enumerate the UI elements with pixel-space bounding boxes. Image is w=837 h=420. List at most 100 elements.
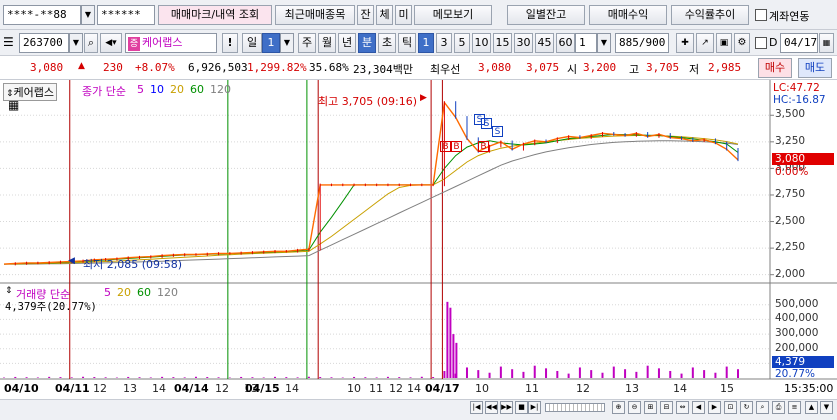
week-button[interactable]: 주	[298, 33, 316, 53]
chevron-down-icon[interactable]: ▼	[820, 401, 833, 414]
memo-button[interactable]: 메모보기	[414, 5, 492, 25]
settings-icon[interactable]: ≡	[788, 401, 801, 414]
recent-trades-button[interactable]: 최근매매종목	[275, 5, 355, 25]
volume-bar	[48, 376, 51, 378]
second-button[interactable]: 초	[378, 33, 396, 53]
period-day-button[interactable]: 일	[242, 33, 262, 53]
password-input[interactable]: ******	[97, 5, 155, 25]
trade-profit-button[interactable]: 매매수익	[589, 5, 667, 25]
print-icon[interactable]: ⎙	[772, 401, 785, 414]
volume-ma-period-20: 20	[117, 286, 131, 299]
pin-icon[interactable]: ⊡	[724, 401, 737, 414]
x-axis-label: 12	[576, 382, 590, 395]
interval-dropdown-icon[interactable]: ▼	[597, 33, 611, 53]
sell-marker[interactable]: S	[492, 126, 503, 137]
interval-button-45[interactable]: 45	[535, 33, 554, 53]
unfilled-button[interactable]: 미	[395, 5, 412, 25]
month-button[interactable]: 월	[318, 33, 336, 53]
interval-button-10[interactable]: 10	[472, 33, 491, 53]
x-axis-label: 14	[285, 382, 299, 395]
x-axis-label: 14	[407, 382, 421, 395]
stock-code-input[interactable]: 263700	[19, 33, 69, 53]
interval-button-1[interactable]: 1	[418, 33, 434, 53]
interval-select[interactable]: 1	[575, 33, 597, 53]
volume-spike	[449, 307, 452, 378]
volume-bar	[194, 376, 197, 378]
volume-bar	[285, 377, 288, 378]
volume-bar	[330, 377, 333, 378]
hc-label: HC:-16.87	[773, 94, 826, 106]
buy-marker[interactable]: B	[451, 141, 462, 152]
buy-marker[interactable]: B	[478, 141, 489, 152]
period-number-button[interactable]: 1	[262, 33, 280, 53]
sell-button[interactable]: 매도	[798, 58, 832, 78]
buy-button[interactable]: 매수	[758, 58, 792, 78]
right-arrow-icon[interactable]: ▶	[708, 401, 721, 414]
gear-icon[interactable]: ⚙	[734, 33, 750, 53]
zoom-out-icon[interactable]: ⊖	[628, 401, 641, 414]
grid-table-icon[interactable]: ▦	[8, 98, 19, 112]
interval-button-3[interactable]: 3	[436, 33, 452, 53]
ma-period-5: 5	[137, 83, 144, 96]
scroll-slider[interactable]	[545, 403, 605, 412]
volume-pct-tag: 20.77%	[775, 368, 816, 380]
calendar-icon[interactable]: ▦	[819, 33, 834, 53]
ma-period-120: 120	[210, 83, 231, 96]
save-icon[interactable]: ▣	[716, 33, 732, 53]
interval-button-5[interactable]: 5	[454, 33, 470, 53]
alert-button[interactable]: !	[222, 33, 238, 53]
x-axis-label: 12	[93, 382, 107, 395]
zoom-in-icon[interactable]: ⊕	[612, 401, 625, 414]
account-dropdown-icon[interactable]: ▼	[81, 5, 95, 25]
stop-icon[interactable]: ■	[515, 401, 528, 414]
balance-button[interactable]: 잔	[357, 5, 374, 25]
period-dropdown-icon[interactable]: ▼	[280, 33, 294, 53]
volume-bar	[70, 377, 73, 378]
volume-ratio: 1,299.82%	[247, 61, 307, 74]
date-checkbox[interactable]	[755, 37, 767, 49]
high-arrow-icon: ▶	[420, 93, 427, 103]
search-icon[interactable]: ⌕	[756, 401, 769, 414]
menu-icon[interactable]: ☰	[3, 35, 14, 49]
left-arrow-icon[interactable]: ◀	[692, 401, 705, 414]
volume-bar	[386, 376, 389, 378]
interval-button-60[interactable]: 60	[556, 33, 575, 53]
x-axis-label: 04/15	[245, 382, 280, 395]
fit-icon[interactable]: ⇔	[676, 401, 689, 414]
draw-tool-icon[interactable]: ↗	[696, 33, 714, 53]
return-chart-button[interactable]: 수익률추이	[671, 5, 749, 25]
stock-code-dropdown-icon[interactable]: ▼	[69, 33, 83, 53]
account-link-checkbox[interactable]	[755, 9, 767, 21]
sound-icon[interactable]: ◀▾	[100, 33, 122, 53]
crosshair-icon[interactable]: ✚	[676, 33, 694, 53]
interval-button-30[interactable]: 30	[514, 33, 533, 53]
refresh-icon[interactable]: ↻	[740, 401, 753, 414]
last-icon[interactable]: ▶|	[528, 401, 541, 414]
chevron-up-icon[interactable]: ▲	[805, 401, 818, 414]
volume-bar	[714, 372, 717, 378]
volume-bar	[161, 376, 164, 378]
first-icon[interactable]: |◀	[470, 401, 483, 414]
low-value: 2,985	[708, 61, 742, 74]
minute-button[interactable]: 분	[358, 33, 376, 53]
account-input[interactable]: ****-**88	[3, 5, 81, 25]
sell-marker[interactable]: S	[481, 118, 492, 129]
daily-balance-button[interactable]: 일별잔고	[507, 5, 585, 25]
split-view-icon[interactable]: ⊟	[660, 401, 673, 414]
price-volume-chart[interactable]	[0, 80, 837, 420]
full-view-icon[interactable]: ⊞	[644, 401, 657, 414]
rewind-icon[interactable]: ◀◀	[485, 401, 498, 414]
date-input[interactable]: 04/17	[780, 33, 818, 53]
ma-period-60: 60	[190, 83, 204, 96]
filled-button[interactable]: 체	[376, 5, 393, 25]
interval-button-15[interactable]: 15	[493, 33, 512, 53]
tick-button[interactable]: 틱	[398, 33, 416, 53]
trade-mark-button[interactable]: 매매마크/내역 조회	[158, 5, 272, 25]
play-back-icon[interactable]: ▶▶	[500, 401, 513, 414]
stock-name-box[interactable]: 증 케어랩스	[125, 33, 217, 53]
search-icon[interactable]: ⌕	[84, 33, 98, 53]
buy-marker[interactable]: B	[440, 141, 451, 152]
price-y-tick: 3,500	[775, 108, 806, 121]
year-button[interactable]: 년	[338, 33, 356, 53]
volume-bar	[488, 372, 491, 378]
